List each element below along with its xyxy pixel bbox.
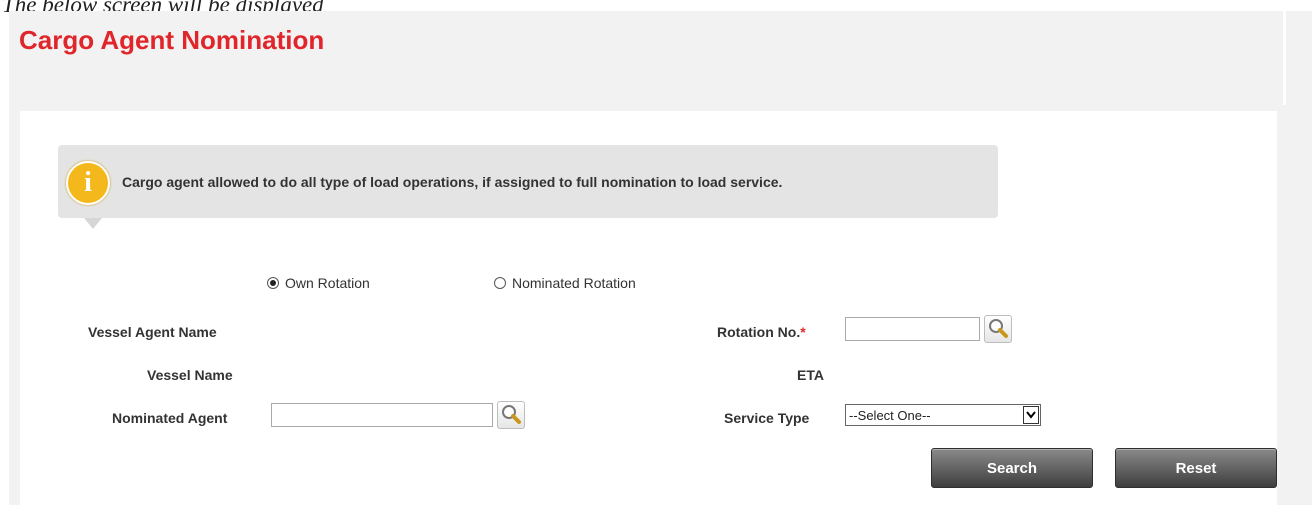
magnifier-icon [502,405,521,424]
radio-own-rotation[interactable]: Own Rotation [267,275,370,291]
radio-button[interactable] [494,277,506,289]
radio-nominated-rotation[interactable]: Nominated Rotation [494,275,636,291]
rotation-no-lookup-button[interactable] [984,315,1012,343]
eta-label: ETA [797,367,824,383]
page-title: Cargo Agent Nomination [19,25,325,55]
service-type-selected: --Select One-- [849,407,931,423]
search-button[interactable]: Search [931,448,1093,488]
info-banner: i Cargo agent allowed to do all type of … [58,145,998,218]
chevron-down-icon[interactable] [1023,406,1039,424]
rotation-no-label: Rotation No.* [717,324,806,340]
info-icon: i [66,161,110,205]
magnifier-icon [989,319,1008,338]
required-marker: * [800,324,806,340]
nominated-agent-label: Nominated Agent [112,410,228,426]
nomination-form-panel: i Cargo agent allowed to do all type of … [20,111,1277,505]
vessel-name-label: Vessel Name [147,367,233,383]
rotation-no-input[interactable] [845,317,980,341]
info-banner-pointer [84,218,102,229]
nominated-agent-input[interactable] [271,403,493,427]
rotation-no-label-text: Rotation No. [717,324,801,340]
nominated-agent-lookup-button[interactable] [497,401,525,429]
header-divider [1283,11,1286,105]
info-message: Cargo agent allowed to do all type of lo… [122,174,783,190]
service-type-label: Service Type [724,410,810,426]
radio-label: Own Rotation [285,275,370,291]
radio-button[interactable] [267,277,279,289]
vessel-agent-name-label: Vessel Agent Name [88,324,217,340]
reset-button[interactable]: Reset [1115,448,1277,488]
radio-label: Nominated Rotation [512,275,636,291]
page-container: Cargo Agent Nomination i Cargo agent all… [9,11,1312,505]
service-type-select[interactable]: --Select One-- [845,404,1041,426]
